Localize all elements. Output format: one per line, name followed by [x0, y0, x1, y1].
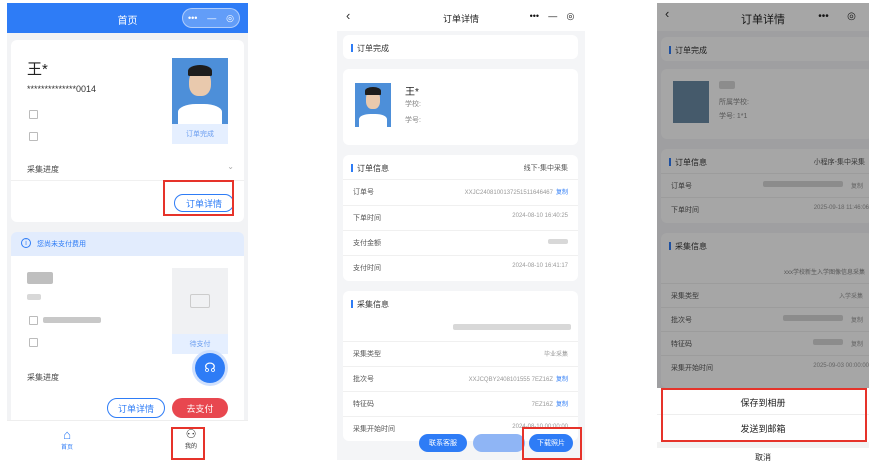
modal-mask[interactable]	[657, 3, 869, 388]
pay-time: 2024-08-10 16:41:17	[512, 263, 568, 269]
collect-row: 批次号 XXJCQBY2408101555 7EZ16Z 复制	[343, 366, 578, 388]
order-number: XXJC2408100137251511646467	[464, 190, 553, 196]
close-target-icon[interactable]: ◎	[567, 11, 575, 22]
order-info-section: 订单信息 线下-集中采集 订单号 XXJC2408100137251511646…	[343, 155, 578, 281]
collect-info-section: 采集信息 采集类型 毕业采集 批次号 XXJCQBY2408101555 7EZ…	[343, 291, 578, 441]
cancel-option[interactable]: 取消	[657, 452, 869, 463]
id-card-placeholder-icon	[190, 294, 210, 308]
order-card-unpaid: 待支付 采集进度 订单详情 去支付	[11, 256, 244, 426]
amount-blurred	[548, 239, 568, 244]
blurred-text	[27, 294, 41, 300]
blurred-text	[453, 324, 571, 330]
order-detail-screen: ‹ 订单详情 ••• — ◎ 订单完成 王* 学校: 学号: 订单信息 线下-集…	[337, 3, 585, 460]
unpaid-notice: i 您尚未支付费用	[11, 232, 244, 256]
feature-code: 7EZ16Z	[531, 402, 553, 408]
notice-text: 您尚未支付费用	[37, 241, 86, 248]
photo-placeholder	[172, 268, 228, 334]
order-channel: 线下-集中采集	[523, 165, 568, 172]
tab-bar: ⌂ 首页 ⚇ 我的	[7, 420, 248, 460]
row-key: 订单号	[353, 189, 374, 196]
order-detail-with-sheet: ‹ 订单详情 ••• ◎ 订单完成 所属学校: 学号: 1*1 订单信息 小程序…	[657, 3, 869, 463]
student-card: 王* 学校: 学号:	[343, 69, 578, 145]
minimize-icon[interactable]: —	[548, 11, 557, 21]
highlight-box	[522, 427, 582, 460]
copy-button[interactable]: 复制	[556, 402, 568, 408]
row-key: 采集开始时间	[353, 426, 395, 433]
id-card-icon	[29, 132, 38, 141]
student-id: **************0014	[27, 84, 97, 94]
tab-home-label: 首页	[60, 445, 73, 451]
student-name: 王*	[27, 61, 48, 78]
school-icon	[29, 110, 38, 119]
home-screen: 首页 ••• — ◎ 王* **************0014 订单完成 采集…	[7, 3, 248, 460]
row-key: 特征码	[353, 401, 374, 408]
photo-status: 待支付	[172, 334, 228, 354]
copy-button[interactable]: 复制	[556, 377, 568, 383]
nav-bar: 首页 ••• — ◎	[7, 3, 248, 33]
blurred-button[interactable]	[473, 434, 525, 452]
row-key: 下单时间	[353, 215, 381, 222]
progress-label: 采集进度	[27, 165, 59, 174]
school-icon	[29, 316, 38, 325]
student-photo	[355, 83, 391, 127]
collect-row: 采集类型 毕业采集	[343, 341, 578, 363]
student-id-label: 学号:	[405, 117, 421, 124]
highlight-box	[163, 180, 234, 216]
copy-button[interactable]: 复制	[556, 190, 568, 196]
mini-program-capsule[interactable]: ••• — ◎	[182, 8, 240, 28]
photo-status: 订单完成	[172, 124, 228, 144]
nav-bar: ‹ 订单详情 ••• — ◎	[337, 3, 585, 31]
tab-home[interactable]: ⌂ 首页	[47, 427, 87, 451]
info-icon: i	[21, 238, 31, 248]
order-detail-button[interactable]: 订单详情	[107, 398, 165, 418]
status-section: 订单完成	[343, 35, 578, 59]
customer-service-icon[interactable]: ☊	[195, 353, 225, 383]
order-time: 2024-08-10 16:40:25	[512, 213, 568, 219]
more-icon[interactable]: •••	[530, 11, 539, 21]
student-photo	[172, 58, 228, 124]
order-row: 订单号 XXJC2408100137251511646467 复制	[343, 179, 578, 201]
row-key: 批次号	[353, 376, 374, 383]
pay-button[interactable]: 去支付	[172, 398, 228, 418]
row-key: 采集类型	[353, 351, 381, 358]
highlight-box	[171, 427, 205, 460]
student-name: 王*	[405, 87, 419, 98]
status-title: 订单完成	[351, 43, 389, 54]
home-icon: ⌂	[63, 427, 71, 442]
collect-row: 特征码 7EZ16Z 复制	[343, 391, 578, 413]
row-key: 支付时间	[353, 265, 381, 272]
order-row: 支付金额	[343, 230, 578, 252]
order-info-title: 订单信息	[351, 163, 389, 174]
contact-service-button[interactable]: 联系客服	[419, 434, 467, 452]
collect-type: 毕业采集	[543, 352, 568, 358]
order-row: 下单时间 2024-08-10 16:40:25	[343, 205, 578, 227]
mini-program-capsule[interactable]: ••• — ◎	[525, 7, 579, 25]
student-name-blurred	[27, 272, 53, 284]
progress-label: 采集进度	[27, 373, 59, 382]
highlight-box	[661, 388, 867, 442]
batch-number: XXJCQBY2408101555 7EZ16Z	[468, 377, 553, 383]
collect-info-title: 采集信息	[351, 299, 389, 310]
blurred-text	[43, 317, 101, 323]
more-icon[interactable]: •••	[188, 13, 197, 23]
chevron-down-icon[interactable]: ⌄	[227, 162, 234, 171]
row-key: 支付金额	[353, 240, 381, 247]
minimize-icon[interactable]: —	[207, 13, 216, 23]
id-card-icon	[29, 338, 38, 347]
order-row: 支付时间 2024-08-10 16:41:17	[343, 255, 578, 277]
close-target-icon[interactable]: ◎	[226, 13, 234, 24]
school-label: 学校:	[405, 101, 421, 108]
